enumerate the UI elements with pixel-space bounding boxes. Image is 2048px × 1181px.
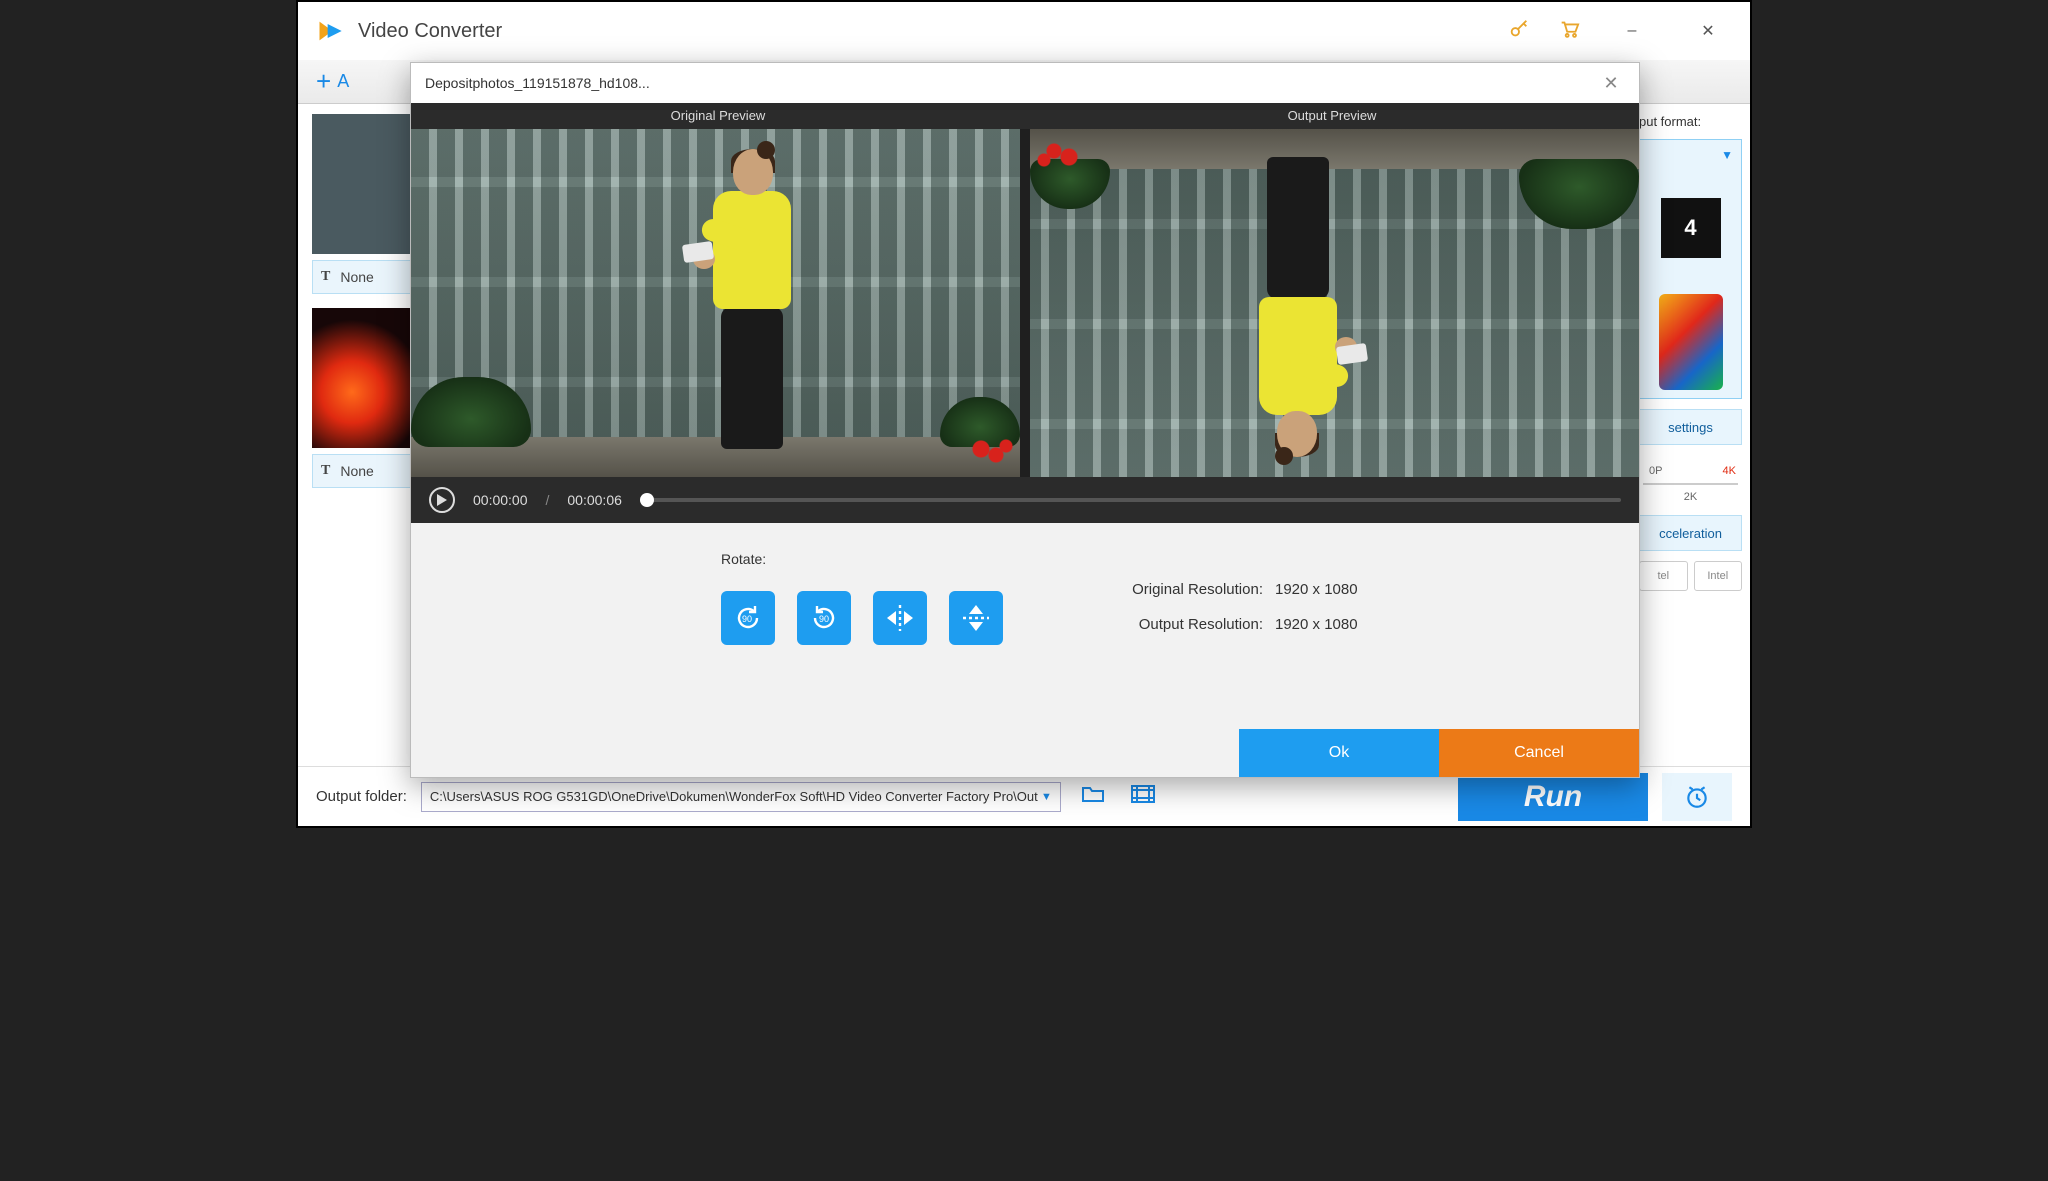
original-resolution-label: Original Resolution: bbox=[1123, 581, 1263, 598]
close-button[interactable]: ✕ bbox=[1684, 11, 1732, 51]
parameter-settings-button[interactable]: settings bbox=[1639, 409, 1742, 445]
hardware-acceleration-button[interactable]: cceleration bbox=[1639, 515, 1742, 551]
preview-header: Original Preview Output Preview bbox=[411, 103, 1639, 129]
original-preview-label: Original Preview bbox=[411, 103, 1025, 129]
resolution-slider[interactable]: 0P 4K 2K bbox=[1639, 455, 1742, 505]
dialog-title: Depositphotos_119151878_hd108... bbox=[425, 75, 650, 91]
run-button[interactable]: Run bbox=[1458, 773, 1648, 821]
ok-button[interactable]: Ok bbox=[1239, 729, 1439, 777]
chevron-down-icon[interactable]: ▼ bbox=[1041, 791, 1052, 803]
video-thumbnail[interactable] bbox=[312, 308, 412, 448]
video-thumbnail[interactable] bbox=[312, 114, 412, 254]
schedule-button[interactable] bbox=[1662, 773, 1732, 821]
text-icon: T bbox=[321, 269, 330, 285]
intel-badge-icon: tel bbox=[1639, 561, 1688, 591]
flip-horizontal-button[interactable] bbox=[873, 591, 927, 645]
output-folder-label: Output folder: bbox=[316, 788, 407, 805]
format-art-icon bbox=[1659, 294, 1723, 390]
close-icon[interactable]: ✕ bbox=[1597, 73, 1625, 94]
cancel-button[interactable]: Cancel bbox=[1439, 729, 1639, 777]
chevron-down-icon[interactable]: ▼ bbox=[1721, 148, 1733, 162]
plus-icon: + bbox=[316, 66, 331, 97]
output-preview-pane bbox=[1030, 129, 1639, 477]
svg-text:90: 90 bbox=[819, 614, 829, 624]
app-logo-icon bbox=[316, 17, 344, 45]
output-format-selector[interactable]: ▼ 4 bbox=[1639, 139, 1742, 399]
flip-vertical-button[interactable] bbox=[949, 591, 1003, 645]
app-title: Video Converter bbox=[358, 20, 1508, 43]
rotate-label: Rotate: bbox=[721, 551, 1003, 567]
subtitle-selector[interactable]: T None bbox=[312, 454, 412, 488]
original-resolution-value: 1920 x 1080 bbox=[1275, 581, 1358, 598]
subtitle-value: None bbox=[340, 269, 373, 285]
rotate-dialog: Depositphotos_119151878_hd108... ✕ Origi… bbox=[410, 62, 1640, 778]
output-resolution-value: 1920 x 1080 bbox=[1275, 616, 1358, 633]
key-icon[interactable] bbox=[1508, 18, 1530, 45]
text-icon: T bbox=[321, 463, 330, 479]
titlebar: Video Converter – ✕ bbox=[298, 2, 1750, 60]
seek-slider[interactable] bbox=[640, 498, 1621, 502]
subtitle-value: None bbox=[340, 463, 373, 479]
output-folder-path: C:\Users\ASUS ROG G531GD\OneDrive\Dokume… bbox=[430, 789, 1038, 804]
rotate-ccw-90-button[interactable]: 90 bbox=[721, 591, 775, 645]
seek-handle[interactable] bbox=[640, 493, 654, 507]
subtitle-selector[interactable]: T None bbox=[312, 260, 412, 294]
format-tile-mp4: 4 bbox=[1661, 198, 1721, 258]
side-panel: put format: ▼ 4 settings 0P 4K 2K cceler… bbox=[1630, 104, 1750, 766]
play-button[interactable] bbox=[429, 487, 455, 513]
time-total: 00:00:06 bbox=[567, 492, 622, 508]
film-icon[interactable] bbox=[1125, 784, 1161, 810]
output-folder-input[interactable]: C:\Users\ASUS ROG G531GD\OneDrive\Dokume… bbox=[421, 782, 1061, 812]
add-files-label: A bbox=[337, 71, 349, 92]
open-folder-icon[interactable] bbox=[1075, 784, 1111, 810]
rotate-cw-90-button[interactable]: 90 bbox=[797, 591, 851, 645]
time-separator: / bbox=[546, 492, 550, 508]
intel-chip[interactable]: Intel bbox=[1694, 561, 1743, 591]
output-resolution-label: Output Resolution: bbox=[1123, 616, 1263, 633]
output-format-label: put format: bbox=[1639, 114, 1742, 129]
playback-bar: 00:00:00 / 00:00:06 bbox=[411, 477, 1639, 523]
original-preview-pane bbox=[411, 129, 1020, 477]
dialog-titlebar: Depositphotos_119151878_hd108... ✕ bbox=[411, 63, 1639, 103]
output-preview-label: Output Preview bbox=[1025, 103, 1639, 129]
svg-text:90: 90 bbox=[742, 614, 752, 624]
add-files-button[interactable]: + A bbox=[316, 66, 349, 97]
minimize-button[interactable]: – bbox=[1608, 11, 1656, 51]
time-current: 00:00:00 bbox=[473, 492, 528, 508]
cart-icon[interactable] bbox=[1558, 18, 1580, 45]
